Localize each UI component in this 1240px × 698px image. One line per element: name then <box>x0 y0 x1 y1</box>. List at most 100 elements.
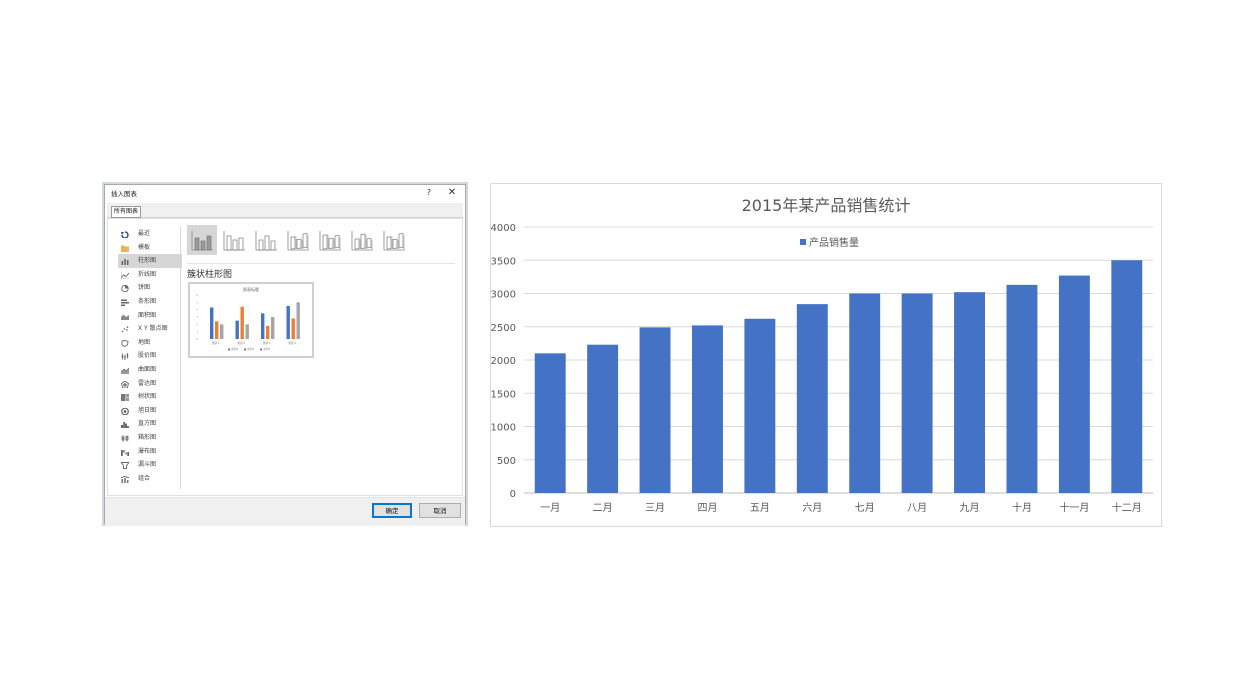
chart-type-item[interactable]: 柱形图 <box>118 254 182 268</box>
ok-button[interactable]: 确定 <box>372 503 412 518</box>
preview-bar <box>271 317 275 339</box>
chart-type-item[interactable]: 漏斗图 <box>118 458 182 472</box>
preview-bar <box>266 325 270 339</box>
chart-type-label: 树状图 <box>138 393 157 401</box>
chart-type-item[interactable]: 面积图 <box>118 309 182 323</box>
x-tick-label: 三月 <box>645 502 665 514</box>
data-bar <box>796 304 828 493</box>
y-tick-label: 2500 <box>491 323 516 334</box>
y-tick-label: 2000 <box>491 356 516 367</box>
dialog-tabbar: 所有图表 <box>107 203 463 218</box>
map-chart-icon <box>121 339 129 347</box>
preview-tick-label: 4 <box>196 308 198 312</box>
column-subtype-icon <box>255 231 277 251</box>
chart-type-label: 股价图 <box>138 352 157 360</box>
y-tick-label: 4000 <box>491 223 516 234</box>
x-tick-label: 十月 <box>1012 501 1032 514</box>
chart-type-item[interactable]: X Y 散点图 <box>118 322 182 336</box>
chart-preview[interactable]: 图表标题 0 1 2 3 4 5 6 类别 1 类别 2 类别 3 类别 4 ■ 系列1 ■ 系列2 ■ 系… <box>188 282 314 358</box>
preview-category-label: 类别 2 <box>237 341 245 345</box>
data-bar <box>849 293 881 493</box>
chart-type-item[interactable]: 树状图 <box>118 390 182 404</box>
chart-type-label: 面积图 <box>138 311 157 319</box>
chart-type-item[interactable]: 直方图 <box>118 417 182 431</box>
chart-type-label: 模板 <box>138 243 151 251</box>
preview-legend-entry: ■ 系列1 <box>228 347 238 351</box>
preview-legend-entry: ■ 系列2 <box>244 347 254 351</box>
y-tick-label: 3000 <box>491 290 516 301</box>
chart-subtype-option[interactable] <box>187 225 217 255</box>
x-tick-label: 五月 <box>750 502 770 514</box>
y-tick-label: 1500 <box>491 389 516 400</box>
preview-bar <box>261 313 265 339</box>
chart-subtype-option[interactable] <box>347 225 377 255</box>
preview-tick-label: 2 <box>196 322 198 326</box>
chart-type-label: 漏斗图 <box>138 461 157 469</box>
preview-category-label: 类别 4 <box>288 341 296 345</box>
sunburst-chart-icon <box>121 407 129 416</box>
chart-subtype-option[interactable] <box>251 225 281 255</box>
preview-bar <box>291 318 295 339</box>
x-tick-label: 八月 <box>907 502 927 514</box>
chart-type-item[interactable]: 箱形图 <box>118 431 182 445</box>
bar-chart-icon <box>121 298 129 306</box>
column-subtype-icon <box>223 231 245 251</box>
stock-chart-icon <box>121 352 129 361</box>
panel-divider <box>180 227 181 489</box>
preview-bar <box>235 320 239 339</box>
funnel-chart-icon <box>120 461 130 470</box>
chart-type-item[interactable]: 饼图 <box>118 281 182 295</box>
preview-tick-label: 0 <box>196 337 198 341</box>
waterfall-chart-icon <box>121 448 129 456</box>
folder-icon <box>121 244 129 252</box>
chart-type-label: 箱形图 <box>138 433 157 441</box>
y-tick-label: 0 <box>510 489 516 500</box>
close-button[interactable]: ✕ <box>445 186 459 199</box>
preview-tick-label: 6 <box>196 293 198 297</box>
chart-type-item[interactable]: 最近 <box>118 227 182 241</box>
dialog-footer: 确定 取消 <box>105 497 465 526</box>
chart-type-item[interactable]: 折线图 <box>118 268 182 282</box>
data-bar <box>1006 284 1038 493</box>
chart-type-label: 柱形图 <box>138 257 157 265</box>
chart-type-item[interactable]: 条形图 <box>118 295 182 309</box>
chart-type-item[interactable]: 组合 <box>118 472 182 486</box>
chart-subtype-option[interactable] <box>315 225 345 255</box>
chart-type-item[interactable]: 瀑布图 <box>118 445 182 459</box>
tab-all-charts[interactable]: 所有图表 <box>111 206 142 218</box>
preview-bar <box>220 324 224 339</box>
chart-subtype-row <box>187 225 457 255</box>
chart-type-item[interactable]: 地图 <box>118 336 182 350</box>
y-tick-label: 3500 <box>491 256 516 267</box>
chart-type-item[interactable]: 旭日图 <box>118 404 182 418</box>
pie-chart-icon <box>121 284 129 293</box>
legend-swatch <box>800 239 806 245</box>
chart-type-item[interactable]: 股价图 <box>118 349 182 363</box>
area-chart-icon <box>121 312 129 320</box>
help-button[interactable]: ? <box>423 186 435 199</box>
chart-title: 2015年某产品销售统计 <box>742 196 911 215</box>
sales-chart: 2015年某产品销售统计 0 500 1000 1500 2000 2500 3000 3500… <box>490 183 1162 527</box>
radar-chart-icon <box>120 379 130 388</box>
preview-title: 图表标题 <box>243 286 259 292</box>
surface-chart-icon <box>120 366 130 374</box>
chart-type-label: 地图 <box>138 338 151 346</box>
data-bar <box>954 292 986 493</box>
insert-chart-dialog: 插入图表 ? ✕ 所有图表 最近 模板 柱形图 折线图 饼图 条形图 面积图 X Y 散点图地… <box>104 184 466 526</box>
column-subtype-icon <box>383 231 405 251</box>
chart-type-label: 雷达图 <box>138 379 157 387</box>
preview-bar <box>286 306 290 339</box>
cancel-button[interactable]: 取消 <box>419 503 461 518</box>
preview-bar <box>210 307 214 339</box>
chart-type-label: 折线图 <box>138 270 157 278</box>
chart-type-item[interactable]: 模板 <box>118 241 182 255</box>
x-tick-label: 一月 <box>540 502 560 514</box>
chart-type-label: 曲面图 <box>138 365 157 373</box>
chart-subtype-option[interactable] <box>379 225 409 255</box>
chart-subtype-option[interactable] <box>219 225 249 255</box>
recent-icon <box>121 230 129 239</box>
chart-type-item[interactable]: 曲面图 <box>118 363 182 377</box>
data-bar <box>1058 275 1090 493</box>
chart-type-item[interactable]: 雷达图 <box>118 377 182 391</box>
chart-subtype-option[interactable] <box>283 225 313 255</box>
